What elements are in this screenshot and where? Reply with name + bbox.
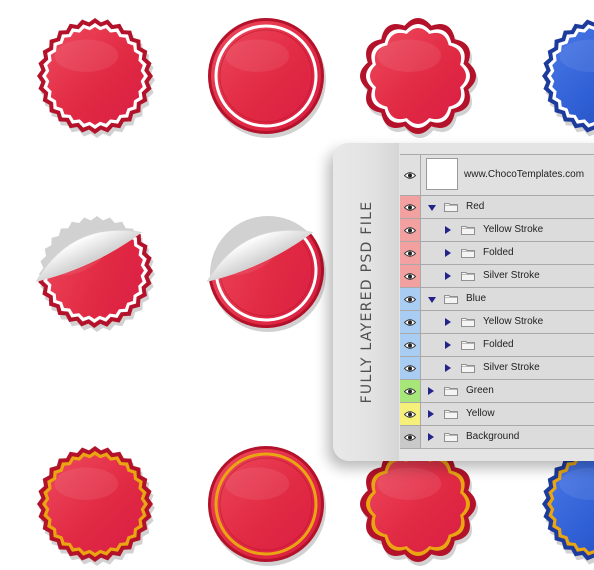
folder-icon: [461, 226, 475, 235]
sticker-face: [211, 449, 321, 559]
red-zigzag-sticker-gold: [37, 446, 155, 566]
visibility-toggle[interactable]: [400, 403, 421, 425]
folder-icon: [461, 272, 475, 281]
layer-row-background[interactable]: Background: [400, 426, 594, 449]
eye-icon: [404, 295, 416, 303]
layer-name: Background: [466, 431, 520, 442]
eye-icon: [404, 410, 416, 418]
eye-icon: [404, 318, 416, 326]
visibility-toggle[interactable]: [400, 426, 421, 448]
eye-icon: [404, 387, 416, 395]
layer-name: Yellow Stroke: [483, 224, 544, 235]
folder-icon: [461, 249, 475, 258]
collapsed-arrow-icon[interactable]: [445, 249, 451, 257]
folder-icon: [444, 203, 458, 212]
layer-row-red[interactable]: Red: [400, 196, 594, 219]
eye-icon: [404, 226, 416, 234]
collapsed-arrow-icon[interactable]: [445, 341, 451, 349]
collapsed-arrow-icon[interactable]: [445, 318, 451, 326]
red-round-sticker-gold: [208, 446, 326, 566]
folder-icon: [444, 295, 458, 304]
red-round-sticker-silver: [208, 18, 326, 138]
folder-icon: [461, 341, 475, 350]
layer-name: Folded: [483, 339, 514, 350]
layer-name: Red: [466, 201, 485, 212]
panel-banner-strip: FULLY LAYERED PSD FILE: [333, 143, 399, 461]
layer-name: Green: [466, 385, 494, 396]
layer-row-green[interactable]: Green: [400, 380, 594, 403]
layer-row-yellow-stroke[interactable]: Yellow Stroke: [400, 219, 594, 242]
folder-icon: [444, 433, 458, 442]
layer-name: Folded: [483, 247, 514, 258]
eye-icon: [404, 433, 416, 441]
eye-icon: [404, 249, 416, 257]
folder-icon: [461, 318, 475, 327]
eye-icon: [404, 171, 416, 179]
red-round-sticker-folded: [206, 216, 326, 332]
collapsed-arrow-icon[interactable]: [428, 433, 434, 441]
layer-row-silver-stroke[interactable]: Silver Stroke: [400, 265, 594, 288]
layer-row-yellow[interactable]: Yellow: [400, 403, 594, 426]
layers-list: www.ChocoTemplates.com Red Yellow Stroke F…: [400, 154, 594, 449]
red-scalloped-sticker-silver: [360, 18, 478, 138]
layer-name: Silver Stroke: [483, 270, 540, 281]
eye-icon: [404, 272, 416, 280]
visibility-toggle[interactable]: [400, 334, 421, 356]
visibility-toggle[interactable]: [400, 242, 421, 264]
layer-name: Yellow: [466, 408, 495, 419]
layer-name: Blue: [466, 293, 487, 304]
visibility-toggle[interactable]: [400, 196, 421, 218]
visibility-toggle[interactable]: [400, 265, 421, 287]
layer-thumbnail: [426, 158, 458, 190]
layer-row-yellow-stroke[interactable]: Yellow Stroke: [400, 311, 594, 334]
visibility-toggle[interactable]: [400, 380, 421, 402]
eye-icon: [404, 341, 416, 349]
visibility-toggle[interactable]: [400, 357, 421, 379]
visibility-toggle[interactable]: [400, 219, 421, 241]
canvas: FULLY LAYERED PSD FILE www.ChocoTemplate…: [0, 0, 594, 570]
red-zigzag-sticker-silver: [37, 18, 155, 138]
visibility-toggle[interactable]: [400, 155, 421, 195]
layer-name: Silver Stroke: [483, 362, 540, 373]
collapsed-arrow-icon[interactable]: [428, 410, 434, 418]
layer-name: Yellow Stroke: [483, 316, 544, 327]
layers-panel: FULLY LAYERED PSD FILE www.ChocoTemplate…: [333, 143, 594, 461]
folder-icon: [444, 387, 458, 396]
folder-icon: [444, 410, 458, 419]
panel-banner-text: FULLY LAYERED PSD FILE: [359, 200, 375, 404]
visibility-toggle[interactable]: [400, 288, 421, 310]
layer-row-folded[interactable]: Folded: [400, 334, 594, 357]
sticker-face: [211, 21, 321, 131]
visibility-toggle[interactable]: [400, 311, 421, 333]
eye-icon: [404, 203, 416, 211]
folder-icon: [461, 364, 475, 373]
layer-name: www.ChocoTemplates.com: [464, 169, 585, 180]
collapsed-arrow-icon[interactable]: [445, 364, 451, 372]
red-zigzag-sticker-folded: [35, 216, 155, 332]
layer-row-silver-stroke[interactable]: Silver Stroke: [400, 357, 594, 380]
collapsed-arrow-icon[interactable]: [445, 226, 451, 234]
eye-icon: [404, 364, 416, 372]
expanded-arrow-icon[interactable]: [428, 297, 436, 303]
layer-row-document[interactable]: www.ChocoTemplates.com: [400, 155, 594, 196]
layer-row-folded[interactable]: Folded: [400, 242, 594, 265]
collapsed-arrow-icon[interactable]: [445, 272, 451, 280]
expanded-arrow-icon[interactable]: [428, 205, 436, 211]
collapsed-arrow-icon[interactable]: [428, 387, 434, 395]
layer-row-blue[interactable]: Blue: [400, 288, 594, 311]
blue-zigzag-sticker-silver: [542, 19, 594, 137]
